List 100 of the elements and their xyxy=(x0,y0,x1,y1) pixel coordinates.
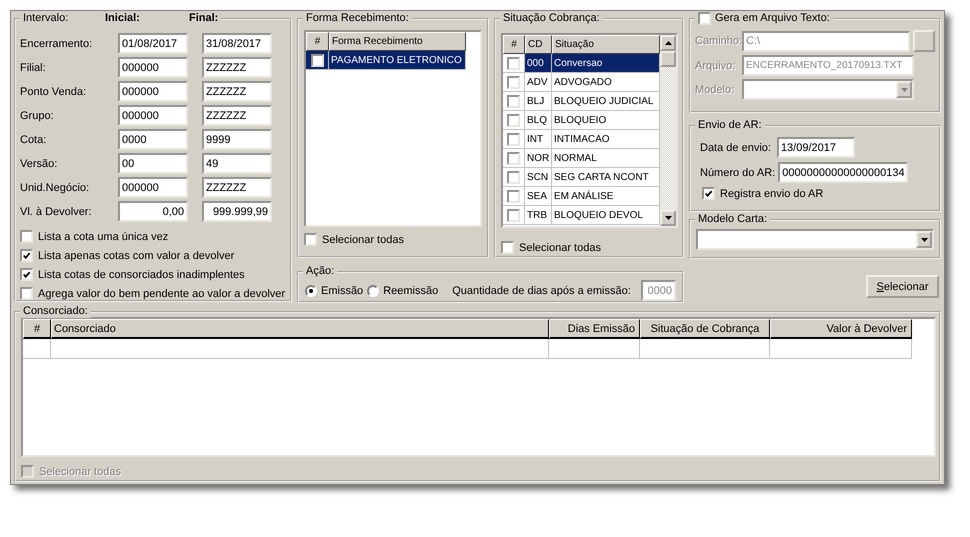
dropdown[interactable] xyxy=(696,229,934,250)
table-cell[interactable] xyxy=(503,168,525,187)
checkbox-label: Selecionar todas xyxy=(519,242,601,254)
table-cell[interactable]: PAGAMENTO ELETRONICO xyxy=(329,51,466,70)
input-field[interactable]: ZZZZZZ xyxy=(202,177,272,198)
table-cell[interactable] xyxy=(306,51,329,70)
field-label: Filial: xyxy=(20,62,47,74)
column-header[interactable]: # xyxy=(23,319,51,339)
group-title: Intervalo: xyxy=(23,11,70,25)
input-field[interactable]: 000000 xyxy=(118,105,188,126)
table-cell[interactable] xyxy=(503,111,525,130)
table-cell[interactable] xyxy=(503,92,525,111)
input-field[interactable]: 13/09/2017 xyxy=(776,137,855,158)
table-cell[interactable]: INT xyxy=(525,130,552,149)
checkbox-label: Selecionar todas xyxy=(322,234,404,246)
field-label: Unid.Negócio: xyxy=(20,182,90,194)
group-title: Ação: xyxy=(306,264,334,278)
checkbox-label: Registra envio do AR xyxy=(720,188,824,200)
table-cell[interactable] xyxy=(503,149,525,168)
column-header[interactable]: Situação de Cobrança xyxy=(640,319,770,339)
table-cell[interactable]: 000 xyxy=(525,54,552,73)
radio-button[interactable]: Emissão xyxy=(305,284,364,296)
dropdown[interactable] xyxy=(742,79,914,100)
input-field[interactable]: 9999 xyxy=(202,129,272,150)
table-cell[interactable] xyxy=(503,187,525,206)
checkbox[interactable] xyxy=(20,230,33,243)
input-field[interactable]: ZZZZZZ xyxy=(202,57,272,78)
scroll-down-button[interactable] xyxy=(660,210,676,226)
input-field[interactable]: 00000000000000000134 xyxy=(778,162,908,183)
checkbox[interactable] xyxy=(507,56,520,70)
radio-button[interactable]: Reemissão xyxy=(367,284,438,296)
input-field[interactable]: ZZZZZZ xyxy=(202,81,272,102)
table-cell[interactable] xyxy=(503,73,525,92)
table-cell[interactable] xyxy=(503,206,525,225)
table-cell[interactable]: SEA xyxy=(525,187,552,206)
column-header[interactable]: CD xyxy=(525,35,552,54)
checkbox[interactable] xyxy=(507,114,520,126)
checkbox[interactable] xyxy=(507,94,520,108)
checkbox[interactable] xyxy=(20,287,33,300)
field-label: Ponto Venda: xyxy=(20,86,88,98)
column-header[interactable]: Consorciado xyxy=(51,319,549,339)
input-field[interactable]: 000000 xyxy=(118,81,188,102)
column-header[interactable]: Situação xyxy=(552,35,660,54)
checkbox[interactable] xyxy=(501,241,514,254)
field-label: Encerramento: xyxy=(20,38,94,50)
column-header[interactable]: # xyxy=(503,35,525,54)
checkbox[interactable] xyxy=(702,187,715,200)
input-field[interactable]: 000000 xyxy=(118,57,188,78)
caret-icon xyxy=(920,238,928,242)
input-field[interactable]: 000000 xyxy=(118,177,188,198)
table-cell[interactable]: ADV xyxy=(525,73,552,92)
field-label: Modelo: xyxy=(695,84,736,96)
checkbox[interactable] xyxy=(20,249,33,262)
column-title: Final: xyxy=(189,11,218,25)
table-cell[interactable] xyxy=(503,54,525,73)
checkbox[interactable] xyxy=(507,170,520,184)
checkbox[interactable] xyxy=(507,190,520,202)
input-field[interactable]: 0,00 xyxy=(118,201,188,222)
input-field[interactable]: 01/08/2017 xyxy=(118,33,188,54)
table-cell[interactable]: Conversao xyxy=(552,54,660,73)
field-label: Quantidade de dias após a emissão: xyxy=(452,284,631,296)
checkbox[interactable] xyxy=(304,233,317,246)
input-field[interactable]: 31/08/2017 xyxy=(202,33,272,54)
column-header[interactable]: Dias Emissão xyxy=(549,319,640,339)
checkbox-label: Lista cotas de consorciados inadimplentes xyxy=(38,268,245,280)
table-cell[interactable]: TRB xyxy=(525,206,552,225)
group-title: Modelo Carta: xyxy=(698,212,768,226)
table-cell[interactable]: BLQ xyxy=(525,111,552,130)
checkbox[interactable] xyxy=(507,132,520,146)
field-label: Cota: xyxy=(20,134,48,146)
table-cell[interactable] xyxy=(503,130,525,149)
checkbox-label: Lista a cota uma única vez xyxy=(38,230,168,242)
scroll-thumb[interactable] xyxy=(660,51,676,67)
input-field[interactable]: 0000 xyxy=(118,129,188,150)
column-header[interactable]: Valor à Devolver xyxy=(770,319,912,339)
checkbox[interactable] xyxy=(698,12,711,24)
scroll-up-button[interactable] xyxy=(660,35,676,51)
table-cell[interactable]: SCN xyxy=(525,168,552,187)
field-label: Vl. à Devolver: xyxy=(20,206,93,218)
checkbox-label: Selecionar todas xyxy=(39,466,121,478)
field-label: Data de envio: xyxy=(700,142,771,154)
input-field[interactable]: 999.999,99 xyxy=(202,201,272,222)
column-header[interactable]: # xyxy=(306,32,329,51)
field-label: Grupo: xyxy=(20,110,55,122)
scrollbar[interactable] xyxy=(660,35,676,226)
input-field[interactable]: 49 xyxy=(202,153,272,174)
input-field[interactable]: 00 xyxy=(118,153,188,174)
checkbox[interactable] xyxy=(507,76,520,88)
up-arrow-icon xyxy=(664,41,672,45)
browse-button[interactable] xyxy=(913,30,935,52)
checkbox[interactable] xyxy=(20,268,33,281)
checkbox[interactable] xyxy=(507,152,520,164)
column-header[interactable]: Forma Recebimento xyxy=(329,32,466,51)
group-title: Envio de AR: xyxy=(698,118,762,132)
table-cell[interactable]: NOR xyxy=(525,149,552,168)
select-button[interactable]: Selecionar xyxy=(866,275,939,298)
input-field[interactable]: ZZZZZZ xyxy=(202,105,272,126)
checkbox[interactable] xyxy=(507,208,520,222)
checkbox[interactable] xyxy=(310,54,324,66)
table-cell[interactable]: BLJ xyxy=(525,92,552,111)
